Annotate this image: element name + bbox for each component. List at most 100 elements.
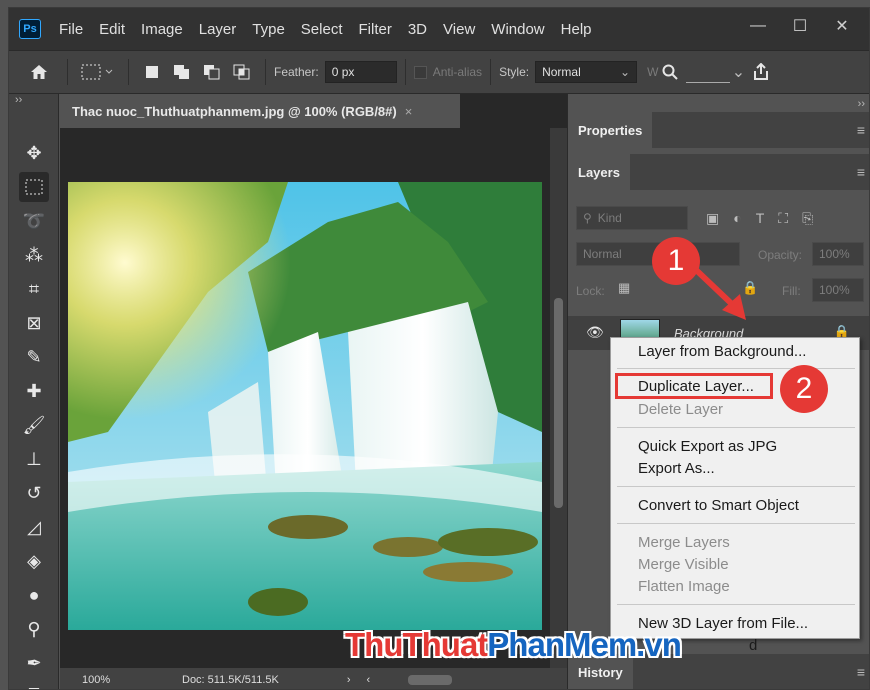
tab-layers[interactable]: Layers — [568, 154, 630, 190]
rock — [268, 515, 348, 539]
close-window-button[interactable]: ✕ — [823, 13, 861, 39]
eyedropper-tool-icon[interactable]: ✎ — [19, 342, 49, 372]
crop-tool-icon[interactable]: ⌗ — [19, 274, 49, 304]
scroll-left-icon[interactable]: ‹ — [367, 674, 371, 686]
opacity-input[interactable]: 100% — [812, 242, 864, 266]
zoom-level[interactable]: 100% — [82, 674, 182, 686]
menu-help[interactable]: Help — [553, 8, 600, 50]
menu-filter[interactable]: Filter — [351, 8, 400, 50]
separator — [128, 59, 129, 85]
separator — [404, 59, 406, 85]
antialias-label: Anti-alias — [432, 65, 483, 79]
site-watermark: ThuThuatPhanMem.vn — [345, 626, 682, 664]
lock-pixels-icon[interactable]: ▦ — [618, 280, 630, 296]
menu-item-convert-smart-object[interactable]: Convert to Smart Object — [638, 497, 799, 514]
style-select[interactable]: Normal ⌄ — [535, 61, 638, 83]
feather-label: Feather: — [274, 65, 319, 79]
blur-tool-icon[interactable]: ● — [19, 580, 49, 610]
watermark-part-3: .vn — [636, 626, 682, 663]
workspace-select[interactable] — [686, 61, 731, 83]
rock — [423, 562, 513, 582]
antialias-checkbox[interactable] — [413, 65, 427, 79]
opacity-value: 100% — [819, 247, 850, 261]
menu-file[interactable]: File — [51, 8, 91, 50]
separator — [67, 59, 68, 85]
menu-item-export-as[interactable]: Export As... — [638, 460, 715, 477]
history-brush-tool-icon[interactable]: ↺ — [19, 478, 49, 508]
collapse-panels-icon[interactable]: ›› — [858, 98, 865, 110]
collapse-toolbar-icon[interactable]: ›› — [9, 94, 58, 116]
fill-value: 100% — [819, 283, 850, 297]
lasso-tool-icon[interactable]: ➰ — [19, 206, 49, 236]
menu-layer[interactable]: Layer — [191, 8, 245, 50]
menu-separator — [617, 604, 855, 605]
waterfall-image — [68, 182, 542, 630]
menu-item-partial[interactable]: d — [749, 637, 757, 654]
intersect-selection-icon[interactable] — [227, 64, 257, 80]
clone-stamp-tool-icon[interactable]: ⊥ — [19, 444, 49, 474]
canvas[interactable] — [60, 128, 550, 668]
document-tab[interactable]: Thac nuoc_Thuthuatphanmem.jpg @ 100% (RG… — [60, 94, 460, 128]
image-filter-icon[interactable]: ▣ — [706, 210, 719, 227]
tools-panel: ›› ✥ ➰ ⁂ ⌗ ⊠ ✎ ✚ 🖌 ⊥ ↺ ◿ ◈ ● ⚲ ✒ T — [9, 94, 59, 690]
menu-window[interactable]: Window — [483, 8, 552, 50]
pen-tool-icon[interactable]: ✒ — [19, 648, 49, 678]
brush-tool-icon[interactable]: 🖌 — [19, 410, 49, 440]
style-select-value: Normal — [542, 65, 581, 79]
menu-image[interactable]: Image — [133, 8, 191, 50]
share-icon[interactable] — [746, 63, 776, 81]
menu-edit[interactable]: Edit — [91, 8, 133, 50]
horizontal-scrollbar-thumb[interactable] — [408, 674, 453, 685]
magic-wand-tool-icon[interactable]: ⁂ — [19, 240, 49, 270]
chevron-down-icon[interactable]: ⌄ — [730, 62, 746, 82]
paint-bucket-tool-icon[interactable]: ◈ — [19, 546, 49, 576]
menu-item-layer-from-background[interactable]: Layer from Background... — [638, 343, 806, 360]
menu-item-flatten-image: Flatten Image — [638, 578, 730, 595]
adjustment-filter-icon[interactable]: ◐ — [733, 210, 741, 227]
menu-select[interactable]: Select — [293, 8, 351, 50]
window-controls: — ☐ ✕ — [739, 13, 861, 39]
width-label: W — [647, 65, 659, 79]
menu-item-merge-layers: Merge Layers — [638, 534, 730, 551]
fill-label: Fill: — [782, 284, 801, 298]
subtract-from-selection-icon[interactable] — [197, 64, 227, 80]
shape-filter-icon[interactable]: ⛶ — [778, 210, 788, 227]
blend-mode-value: Normal — [583, 247, 622, 261]
move-tool-icon[interactable]: ✥ — [19, 138, 49, 168]
dodge-tool-icon[interactable]: ⚲ — [19, 614, 49, 644]
fill-input[interactable]: 100% — [812, 278, 864, 302]
opacity-label: Opacity: — [758, 248, 803, 262]
rectangular-marquee-tool-icon[interactable] — [19, 172, 49, 202]
menu-3d[interactable]: 3D — [400, 8, 435, 50]
menu-view[interactable]: View — [435, 8, 483, 50]
rectangular-marquee-preset-icon[interactable] — [76, 63, 120, 81]
type-tool-icon[interactable]: T — [19, 680, 49, 690]
layer-filter-kind[interactable]: ⚲ Kind — [576, 206, 688, 230]
style-label: Style: — [499, 65, 530, 79]
panel-menu-icon[interactable]: ≡ — [857, 122, 865, 138]
minimize-button[interactable]: — — [739, 13, 777, 39]
photoshop-logo-icon: Ps — [19, 19, 41, 39]
healing-brush-tool-icon[interactable]: ✚ — [19, 376, 49, 406]
panel-menu-icon[interactable]: ≡ — [857, 664, 865, 680]
eraser-tool-icon[interactable]: ◿ — [19, 512, 49, 542]
smart-object-filter-icon[interactable]: ⎘ — [802, 210, 813, 227]
menu-item-quick-export-jpg[interactable]: Quick Export as JPG — [638, 438, 777, 455]
vertical-scrollbar[interactable] — [550, 128, 567, 668]
menu-type[interactable]: Type — [244, 8, 293, 50]
eye-icon[interactable]: 👁 — [586, 324, 604, 341]
new-selection-icon[interactable] — [137, 65, 167, 79]
panel-menu-icon[interactable]: ≡ — [857, 164, 865, 180]
feather-input[interactable]: 0 px — [324, 61, 397, 83]
add-to-selection-icon[interactable] — [167, 64, 197, 80]
type-filter-icon[interactable]: T — [756, 210, 765, 227]
chevron-down-icon: ⌄ — [620, 65, 631, 79]
close-tab-icon[interactable]: × — [405, 104, 413, 119]
frame-tool-icon[interactable]: ⊠ — [19, 308, 49, 338]
maximize-button[interactable]: ☐ — [781, 13, 819, 39]
tab-properties[interactable]: Properties — [568, 112, 653, 148]
scrollbar-thumb[interactable] — [554, 298, 563, 508]
search-icon[interactable] — [658, 64, 682, 80]
home-icon[interactable] — [19, 64, 59, 80]
status-arrow-icon[interactable]: › — [347, 674, 351, 686]
